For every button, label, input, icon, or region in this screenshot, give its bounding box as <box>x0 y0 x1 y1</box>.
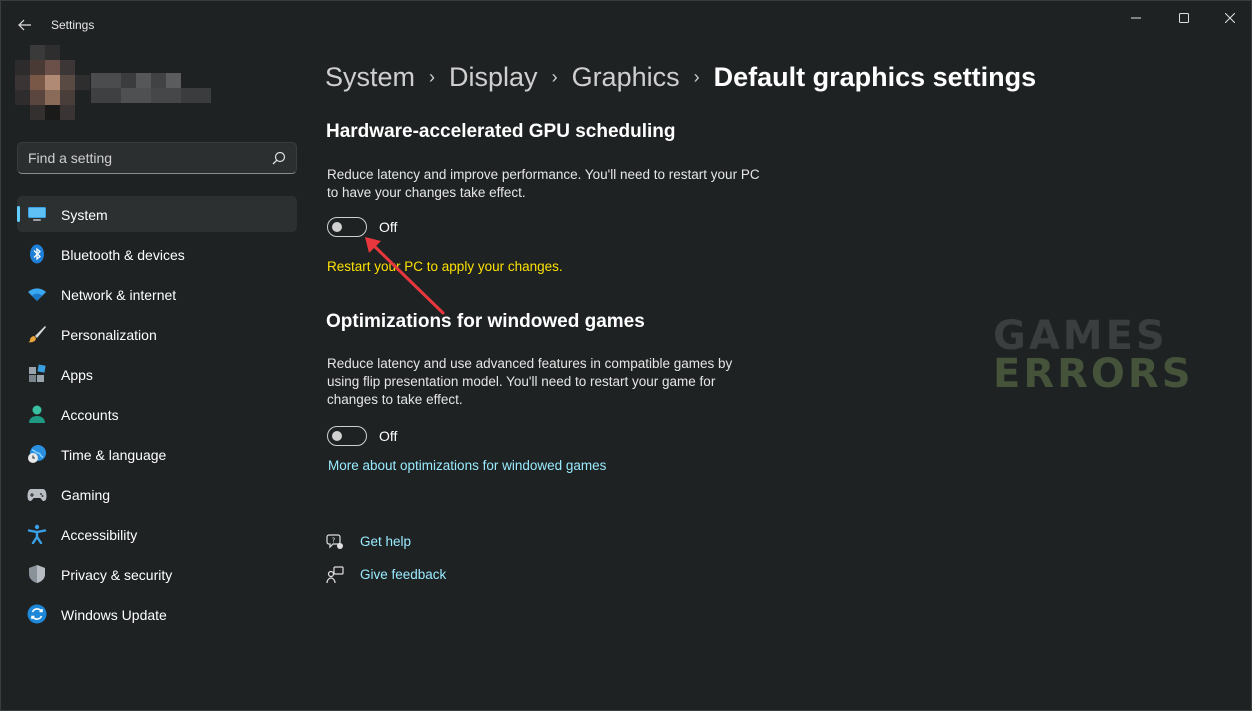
description-line: Reduce latency and improve performance. … <box>327 167 760 182</box>
give-feedback-link[interactable]: Give feedback <box>360 567 446 582</box>
windowed-games-toggle-state: Off <box>379 428 398 444</box>
back-button[interactable] <box>13 13 37 37</box>
help-chat-icon: ? <box>326 534 343 549</box>
search-box[interactable] <box>17 142 297 174</box>
windowed-games-description: Reduce latency and use advanced features… <box>327 355 732 409</box>
user-name-pixelated <box>91 73 211 105</box>
accessibility-icon <box>27 524 47 544</box>
description-line: to have your changes take effect. <box>327 185 526 200</box>
chevron-right-icon: › <box>429 66 436 87</box>
update-icon <box>27 604 47 624</box>
page-title: Default graphics settings <box>713 61 1037 92</box>
get-help-link[interactable]: Get help <box>360 534 411 549</box>
search-input[interactable] <box>18 143 296 173</box>
breadcrumb-display[interactable]: Display <box>449 62 538 93</box>
chevron-right-icon: › <box>693 66 700 87</box>
watermark-line: ERRORS <box>993 351 1194 397</box>
shield-icon <box>27 564 47 584</box>
person-icon <box>27 404 47 424</box>
toggle-knob <box>332 431 342 441</box>
title-bar: Settings <box>1 1 1251 49</box>
sidebar-item-label: Apps <box>61 367 93 383</box>
feedback-icon <box>326 566 344 584</box>
sidebar-item-label: Gaming <box>61 487 111 503</box>
sidebar-item-label: Privacy & security <box>61 567 173 583</box>
sidebar-item-personalization[interactable]: Personalization <box>17 316 297 352</box>
description-line: Reduce latency and use advanced features… <box>327 356 733 371</box>
sidebar-item-accessibility[interactable]: Accessibility <box>17 516 297 552</box>
maximize-icon <box>1179 13 1189 23</box>
sidebar-item-label: Personalization <box>61 327 157 343</box>
app-title: Settings <box>51 18 95 32</box>
minimize-icon <box>1131 17 1141 19</box>
watermark-line: GAMES <box>993 313 1168 359</box>
gpu-scheduling-title: Hardware-accelerated GPU scheduling <box>326 121 676 142</box>
maximize-button[interactable] <box>1161 5 1207 31</box>
games-errors-watermark: GAMES ERRORS <box>993 313 1194 397</box>
breadcrumb: System › Display › Graphics › Default gr… <box>325 59 1036 95</box>
sidebar-item-label: Windows Update <box>61 607 167 623</box>
svg-text:?: ? <box>332 537 336 545</box>
sidebar-item-label: Network & internet <box>61 287 177 303</box>
toggle-knob <box>332 222 342 232</box>
sidebar-item-windows-update[interactable]: Windows Update <box>17 596 297 632</box>
sidebar-item-accounts[interactable]: Accounts <box>17 396 297 432</box>
breadcrumb-system[interactable]: System <box>325 62 415 93</box>
sidebar-item-gaming[interactable]: Gaming <box>17 476 297 512</box>
annotation-arrow <box>365 237 445 315</box>
wifi-icon <box>27 284 47 304</box>
search-icon[interactable] <box>272 151 286 165</box>
gamepad-icon <box>27 484 47 504</box>
minimize-button[interactable] <box>1113 5 1159 31</box>
sidebar-item-label: Bluetooth & devices <box>61 247 185 263</box>
close-icon <box>1225 13 1235 23</box>
apps-icon <box>27 364 47 384</box>
user-profile[interactable] <box>15 45 215 121</box>
back-arrow-icon <box>18 19 31 31</box>
sidebar-item-system[interactable]: System <box>17 196 297 232</box>
sidebar-item-label: System <box>61 207 108 223</box>
gpu-scheduling-description: Reduce latency and improve performance. … <box>327 166 760 202</box>
sidebar-item-bluetooth-devices[interactable]: Bluetooth & devices <box>17 236 297 272</box>
breadcrumb-graphics[interactable]: Graphics <box>572 62 680 93</box>
settings-window: Settings Find a setting System Bluetooth… <box>0 0 1252 711</box>
description-line: using flip presentation model. You'll ne… <box>327 374 716 389</box>
close-button[interactable] <box>1207 5 1252 31</box>
sidebar-item-network-internet[interactable]: Network & internet <box>17 276 297 312</box>
more-about-windowed-games-link[interactable]: More about optimizations for windowed ga… <box>328 458 606 473</box>
sidebar-item-time-language[interactable]: Time & language <box>17 436 297 472</box>
sidebar-item-label: Accessibility <box>61 527 138 543</box>
sidebar-item-apps[interactable]: Apps <box>17 356 297 392</box>
sidebar-nav: System Bluetooth & devices Network & int… <box>17 196 297 636</box>
chevron-right-icon: › <box>551 66 558 87</box>
avatar <box>15 45 91 121</box>
description-line: changes to take effect. <box>327 392 463 407</box>
sidebar-item-label: Accounts <box>61 407 119 423</box>
sidebar-item-privacy-security[interactable]: Privacy & security <box>17 556 297 592</box>
paintbrush-icon <box>27 324 47 344</box>
windowed-games-toggle[interactable] <box>327 426 367 446</box>
bluetooth-icon <box>27 244 47 264</box>
monitor-icon <box>27 204 47 224</box>
clock-globe-icon <box>27 444 47 464</box>
sidebar-item-label: Time & language <box>61 447 167 463</box>
